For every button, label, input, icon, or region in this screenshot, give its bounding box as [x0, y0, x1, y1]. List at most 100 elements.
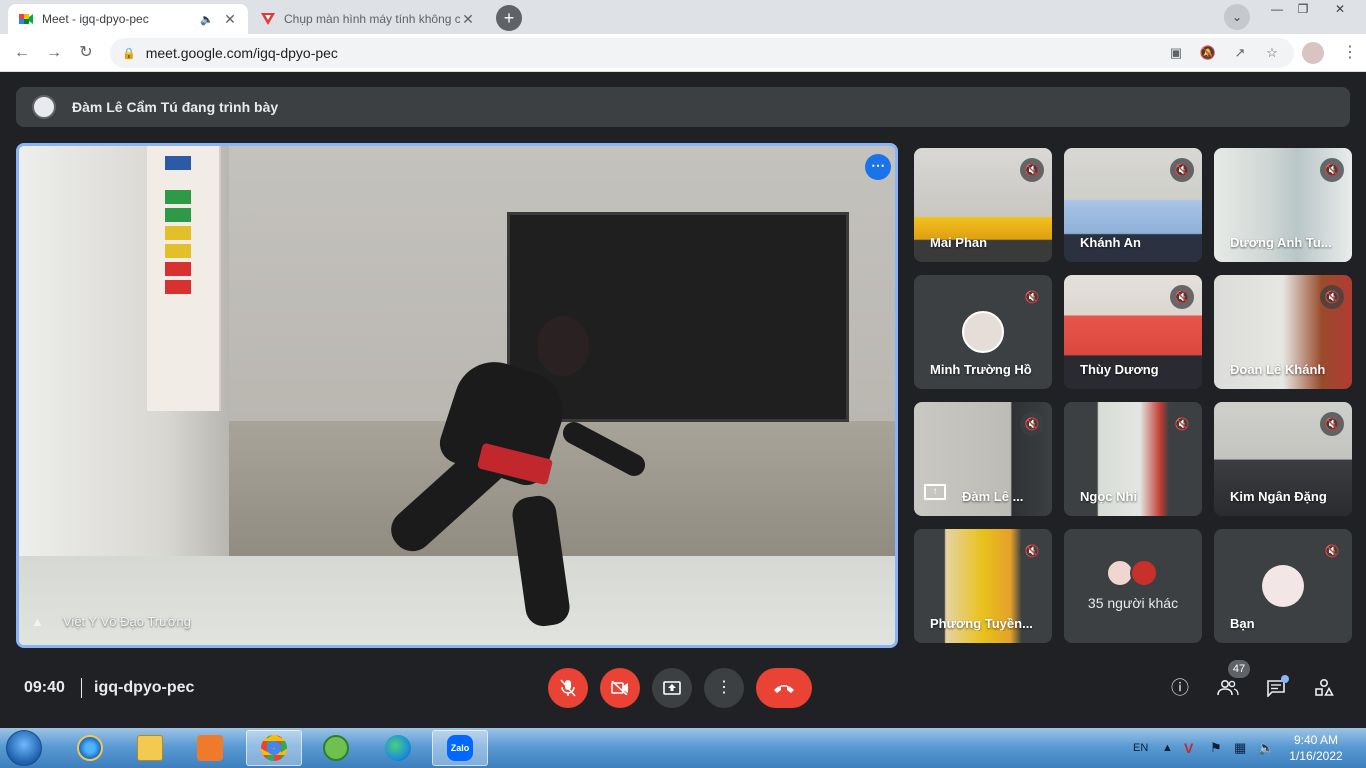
participant-tile[interactable]: 🔇 Dương Anh Tu...: [1214, 148, 1352, 262]
participant-tile[interactable]: 🔇 Minh Trường Hồ: [914, 275, 1052, 389]
browser-menu-icon[interactable]: ⋮: [1340, 41, 1360, 65]
notifications-blocked-icon[interactable]: 🔕: [1196, 41, 1220, 65]
taskbar-clock[interactable]: 9:40 AM 1/16/2022: [1286, 732, 1346, 764]
participant-name: Khánh An: [1080, 235, 1141, 250]
media-player-taskbar-item[interactable]: [182, 730, 238, 766]
mic-off-icon: 🔇: [1320, 412, 1344, 436]
more-options-icon[interactable]: ⋯: [865, 154, 891, 180]
meeting-code: igq-dpyo-pec: [94, 679, 195, 696]
meeting-time: 09:40: [24, 679, 65, 696]
zalo-taskbar-item[interactable]: Zalo: [432, 730, 488, 766]
camera-blocked-icon[interactable]: ▣: [1164, 41, 1188, 65]
tab-search-icon[interactable]: ⌄: [1224, 4, 1250, 30]
others-count: 35 người khác: [1087, 595, 1179, 611]
mic-off-icon: 🔇: [1170, 158, 1194, 182]
address-bar[interactable]: 🔒 meet.google.com/igq-dpyo-pec: [110, 38, 1294, 68]
participant-grid: 🔇 Mai Phan 🔇 Khánh An 🔇 Dương Anh Tu... …: [914, 148, 1352, 644]
participant-name: Phương Tuyền...: [930, 616, 1033, 631]
zalo-icon: Zalo: [447, 735, 473, 761]
participant-tile[interactable]: 🔇 Ngọc Nhi: [1064, 402, 1202, 516]
clock-date: 1/16/2022: [1289, 749, 1343, 763]
internet-explorer-taskbar-item[interactable]: [62, 730, 118, 766]
participant-name: Kim Ngân Đặng: [1230, 489, 1327, 504]
participant-avatar: [1130, 559, 1158, 587]
folder-icon: [137, 735, 163, 761]
people-icon[interactable]: [1214, 674, 1242, 702]
file-explorer-taskbar-item[interactable]: [122, 730, 178, 766]
coccoc-taskbar-item[interactable]: [308, 730, 364, 766]
tab-title: Meet - igq-dpyo-pec: [42, 12, 149, 26]
close-tab-icon[interactable]: ✕: [222, 11, 238, 28]
share-icon[interactable]: ↗: [1228, 41, 1252, 65]
media-player-icon: [197, 735, 223, 761]
participant-tile[interactable]: 35 người khác: [1064, 529, 1202, 643]
main-video-stage[interactable]: ⋯ ▲ Việt Y Võ Đạo Trường: [16, 143, 898, 648]
participant-tile[interactable]: 🔇 ↑ Đàm Lê ...: [914, 402, 1052, 516]
show-hidden-icons-icon[interactable]: ▲: [1162, 728, 1173, 768]
close-window-icon[interactable]: ✕: [1320, 0, 1360, 20]
participant-tile[interactable]: 🔇 Khánh An: [1064, 148, 1202, 262]
pin-icon[interactable]: ▲: [31, 614, 45, 630]
chrome-icon: [261, 735, 287, 761]
participant-tile[interactable]: 🔇 Phương Tuyền...: [914, 529, 1052, 643]
mic-off-icon: 🔇: [1170, 285, 1194, 309]
participant-tile[interactable]: 🔇 Kim Ngân Đặng: [1214, 402, 1352, 516]
present-now-button[interactable]: [652, 668, 692, 708]
presenter-avatar: [32, 95, 56, 119]
lock-icon[interactable]: 🔒: [122, 47, 136, 60]
participant-name: Đoan Lê Khánh: [1230, 362, 1326, 377]
vivaldi-tray-icon[interactable]: V: [1184, 728, 1193, 768]
forward-icon[interactable]: →: [42, 41, 66, 65]
google-meet-icon: [19, 14, 33, 24]
more-options-button[interactable]: ⋮: [704, 668, 744, 708]
present-screen-icon: [663, 681, 681, 695]
participant-tile[interactable]: 🔇 Thùy Dương: [1064, 275, 1202, 389]
volume-icon[interactable]: 🔈: [1258, 728, 1274, 768]
activities-icon[interactable]: [1310, 674, 1338, 702]
leave-call-button[interactable]: [756, 668, 812, 708]
internet-explorer-icon: [77, 735, 103, 761]
camera-off-icon: [611, 680, 628, 696]
participant-tile[interactable]: 🔇 Đoan Lê Khánh: [1214, 275, 1352, 389]
participant-avatar: [962, 311, 1004, 353]
chrome-taskbar-item[interactable]: [246, 730, 302, 766]
stage-participant-name: Việt Y Võ Đạo Trường: [63, 614, 191, 629]
participant-tile[interactable]: 🔇 Mai Phan: [914, 148, 1052, 262]
meeting-details-icon[interactable]: ⓘ: [1166, 674, 1194, 702]
language-indicator[interactable]: EN: [1133, 728, 1148, 768]
profile-avatar[interactable]: [1300, 40, 1326, 66]
presenting-banner: Đàm Lê Cẩm Tú đang trình bày: [16, 87, 1350, 127]
back-icon[interactable]: ←: [10, 41, 34, 65]
clock-time: 9:40 AM: [1293, 733, 1339, 747]
self-avatar: [1262, 565, 1304, 607]
windows-start-button[interactable]: [6, 730, 42, 766]
people-glyph: [1217, 679, 1239, 696]
close-tab-icon[interactable]: ✕: [460, 11, 476, 28]
edge-taskbar-item[interactable]: [370, 730, 426, 766]
presenting-text: Đàm Lê Cẩm Tú đang trình bày: [72, 99, 279, 115]
reload-icon[interactable]: ↻: [74, 41, 98, 65]
mic-toggle-button[interactable]: [548, 668, 588, 708]
participant-name: Thùy Dương: [1080, 362, 1159, 377]
tab-title: Chụp màn hình máy tính không c: [284, 12, 460, 26]
video-wall-poster: [147, 146, 221, 411]
windows-taskbar: Zalo EN ▲ V ⚑ ▦ 🔈 9:40 AM 1/16/2022: [0, 728, 1366, 768]
presenting-icon: ↑: [924, 484, 946, 500]
chat-notification-dot: [1281, 675, 1289, 683]
mic-off-icon: 🔇: [1170, 412, 1194, 436]
new-tab-button[interactable]: +: [496, 5, 522, 31]
edge-icon: [385, 735, 411, 761]
participant-name: Mai Phan: [930, 235, 988, 250]
tab-meet[interactable]: Meet - igq-dpyo-pec 🔈 ✕: [8, 4, 248, 34]
network-icon[interactable]: ▦: [1234, 728, 1246, 768]
speaker-icon[interactable]: 🔈: [200, 13, 214, 26]
bookmark-star-icon[interactable]: ☆: [1260, 41, 1284, 65]
participant-name: Bạn: [1230, 616, 1255, 631]
restore-icon[interactable]: ❐: [1288, 0, 1318, 20]
participant-tile[interactable]: 🔇 Bạn: [1214, 529, 1352, 643]
divider: [81, 678, 82, 698]
action-center-flag-icon[interactable]: ⚑: [1210, 728, 1222, 768]
browser-toolbar: ← → ↻ 🔒 meet.google.com/igq-dpyo-pec ▣ 🔕…: [0, 34, 1366, 72]
tab-screenshot-article[interactable]: Chụp màn hình máy tính không c ✕: [250, 4, 486, 34]
camera-toggle-button[interactable]: [600, 668, 640, 708]
